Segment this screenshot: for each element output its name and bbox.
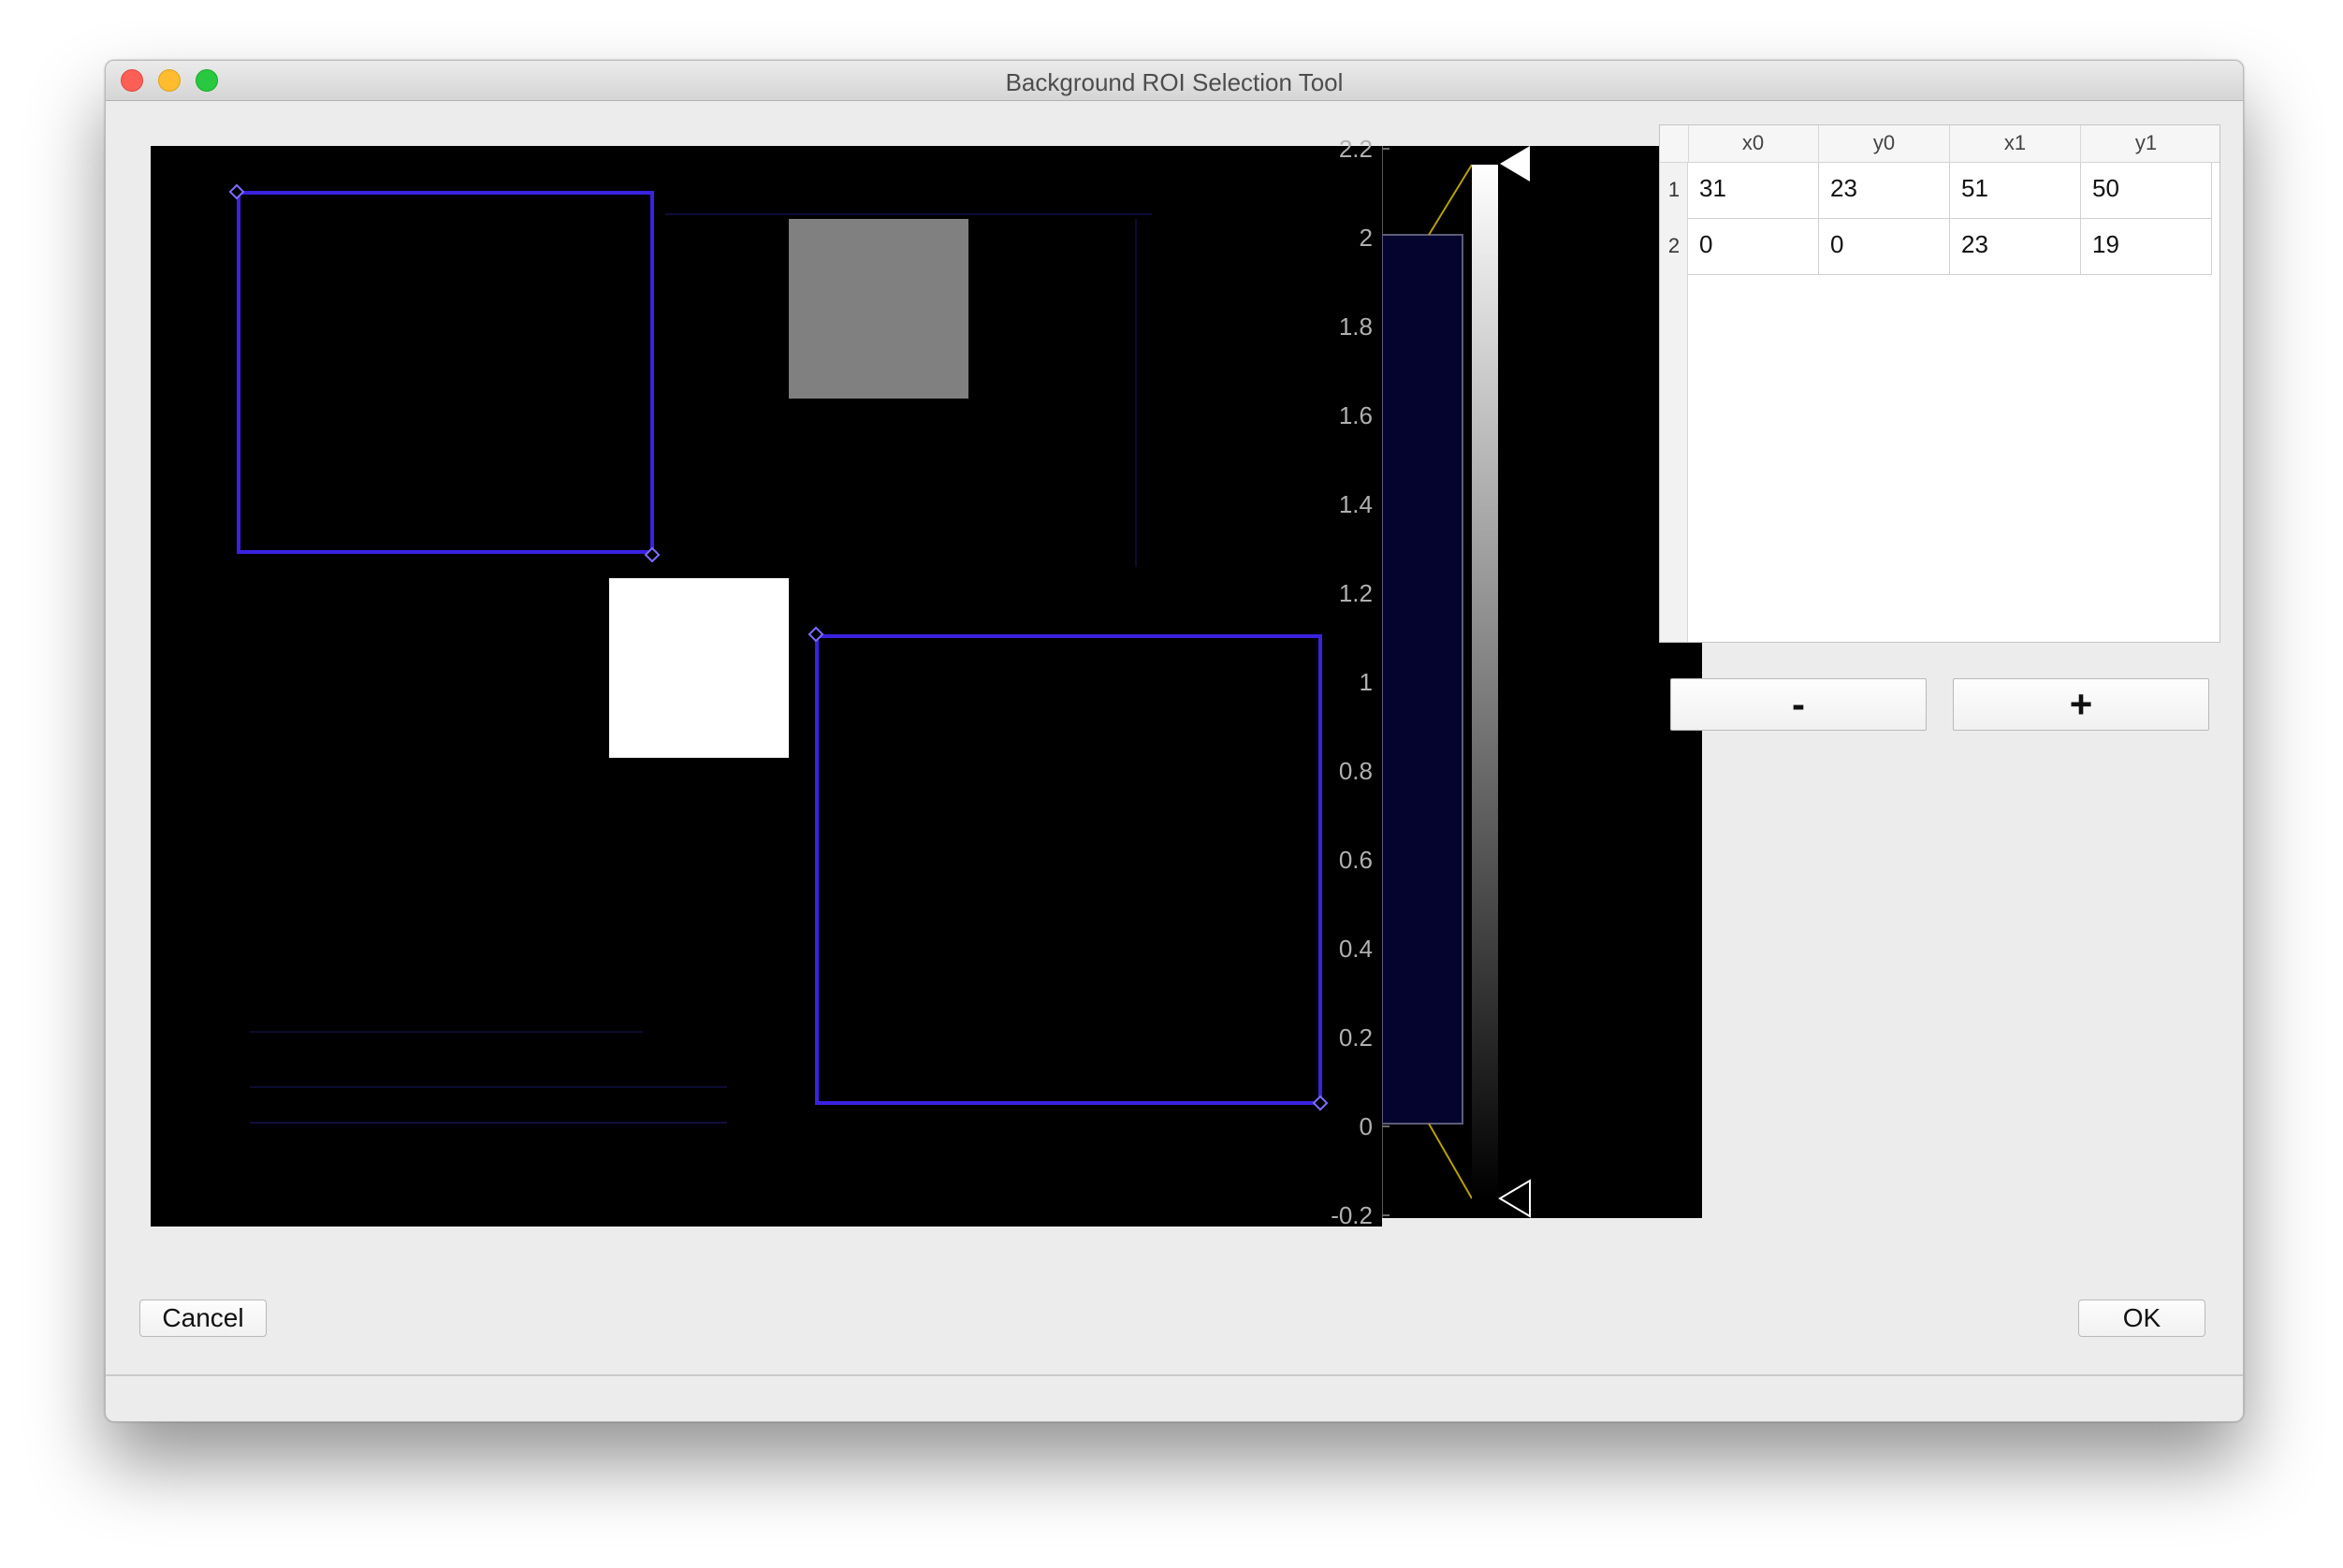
histogram-svg: [1382, 146, 1531, 1218]
table-cell[interactable]: 0: [1688, 219, 1819, 275]
histogram-tick-label: 0.6: [1338, 846, 1373, 874]
gray-square: [789, 219, 968, 399]
histogram-tick-label: 0.8: [1338, 757, 1373, 785]
roi-rectangle-1[interactable]: [237, 191, 654, 554]
histogram-tick-label: 0.4: [1338, 935, 1373, 963]
image-axes[interactable]: [151, 146, 1382, 1227]
roi-rectangle-2[interactable]: [815, 634, 1322, 1105]
table-cell[interactable]: 31: [1688, 163, 1819, 219]
title-bar[interactable]: Background ROI Selection Tool: [106, 61, 2243, 101]
upper-limit-triangle-icon: [1500, 146, 1530, 181]
histogram-axes[interactable]: 2.2 2 1.8 1.6 1.4 1.2 1 0.8 0.6 0.4 0.2 0 -0.2: [1331, 135, 1702, 1229]
contrast-curve-top: [1428, 164, 1473, 236]
histogram-tick-label: 2: [1359, 224, 1373, 252]
table-row[interactable]: 1 31 23 51 50: [1660, 163, 2214, 219]
ok-button[interactable]: OK: [2078, 1299, 2205, 1337]
column-header-x0[interactable]: x0: [1688, 131, 1818, 155]
histogram-tick-label: -0.2: [1331, 1201, 1373, 1229]
table-cell[interactable]: 23: [1950, 219, 2081, 275]
faint-line: [250, 1086, 727, 1088]
column-header-y0[interactable]: y0: [1819, 131, 1949, 155]
row-number: 2: [1667, 234, 1681, 257]
grayscale-colorbar: [1472, 165, 1498, 1198]
table-cell[interactable]: 50: [2081, 163, 2212, 219]
histogram-bar: [1382, 234, 1463, 1125]
faint-line: [250, 1031, 643, 1033]
add-roi-button[interactable]: +: [1953, 678, 2209, 731]
table-cell[interactable]: 0: [1819, 219, 1950, 275]
main-window: Background ROI Selection Tool 2.2 2 1.8 …: [105, 60, 2244, 1422]
cancel-button[interactable]: Cancel: [139, 1299, 267, 1337]
contrast-curve-bottom: [1428, 1123, 1473, 1199]
histogram-tick-label: 0.2: [1338, 1024, 1373, 1052]
histogram-tick-label: 1: [1359, 668, 1373, 696]
table-cell[interactable]: 19: [2081, 219, 2212, 275]
table-row[interactable]: 2 0 0 23 19: [1660, 219, 2214, 275]
lower-limit-triangle-icon: [1498, 1179, 1531, 1218]
roi-table[interactable]: x0 y0 x1 y1 1 31 23 51 50 2 0 0 23 19: [1659, 124, 2220, 643]
faint-line: [250, 1122, 727, 1124]
column-header-y1[interactable]: y1: [2081, 131, 2211, 155]
remove-roi-button[interactable]: -: [1670, 678, 1927, 731]
faint-line: [1135, 219, 1137, 567]
histogram-tick-label: 2.2: [1338, 135, 1373, 163]
bottom-separator: [106, 1374, 2243, 1376]
histogram-tick-label: 1.4: [1338, 490, 1373, 518]
column-header-x1[interactable]: x1: [1950, 131, 2080, 155]
histogram-tick-label: 1.2: [1338, 579, 1373, 607]
table-header: x0 y0 x1 y1: [1660, 125, 2219, 163]
window-title: Background ROI Selection Tool: [1005, 68, 1344, 96]
histogram-tick-label: 1.6: [1338, 401, 1373, 429]
white-square: [609, 578, 789, 758]
table-cell[interactable]: 23: [1819, 163, 1950, 219]
histogram-tick-label: 0: [1359, 1112, 1373, 1140]
table-cell[interactable]: 51: [1950, 163, 2081, 219]
histogram-tick-label: 1.8: [1338, 312, 1373, 341]
row-number: 1: [1667, 178, 1681, 201]
faint-line: [665, 213, 1152, 215]
